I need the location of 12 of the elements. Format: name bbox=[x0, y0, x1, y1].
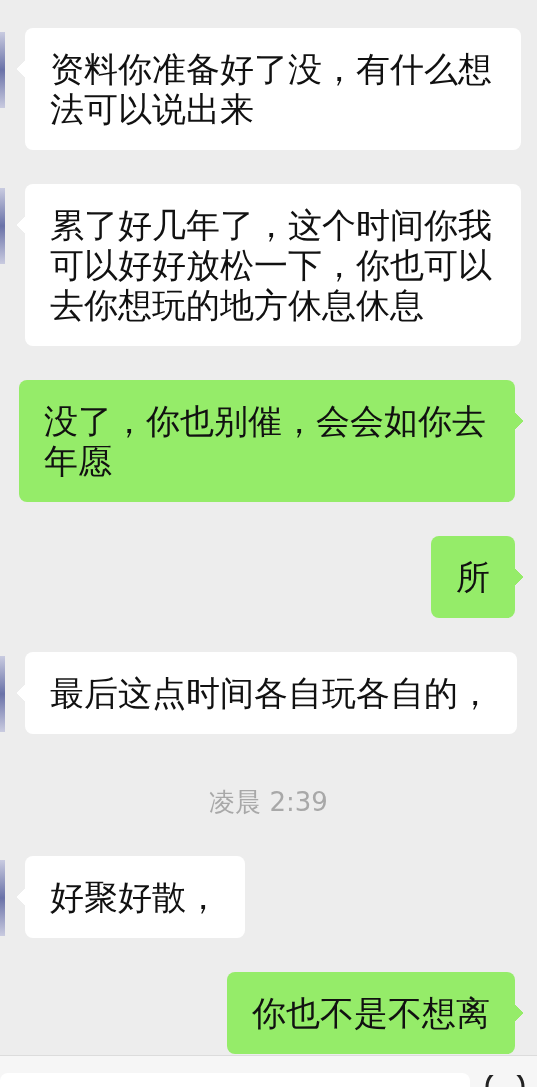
message-bubble: 你也不是不想离 bbox=[227, 972, 523, 1054]
avatar[interactable] bbox=[0, 860, 5, 936]
message-bubble: 最后这点时间各自玩各自的， bbox=[17, 652, 517, 734]
message-bubble: 所 bbox=[431, 536, 523, 618]
avatar[interactable] bbox=[0, 188, 5, 264]
timestamp: 凌晨 2:39 bbox=[209, 786, 328, 819]
message-bubble: 没了，你也别催，会会如你去年愿 bbox=[19, 380, 523, 502]
message-bubble: 好聚好散， bbox=[17, 856, 245, 938]
avatar[interactable] bbox=[0, 656, 5, 732]
avatar[interactable] bbox=[0, 32, 5, 108]
message-bubble: 累了好几年了，这个时间你我可以好好放松一下，你也可以去你想玩的地方休息休息 bbox=[17, 184, 521, 346]
message-bubble: 资料你准备好了没，有什么想法可以说出来 bbox=[17, 28, 521, 150]
